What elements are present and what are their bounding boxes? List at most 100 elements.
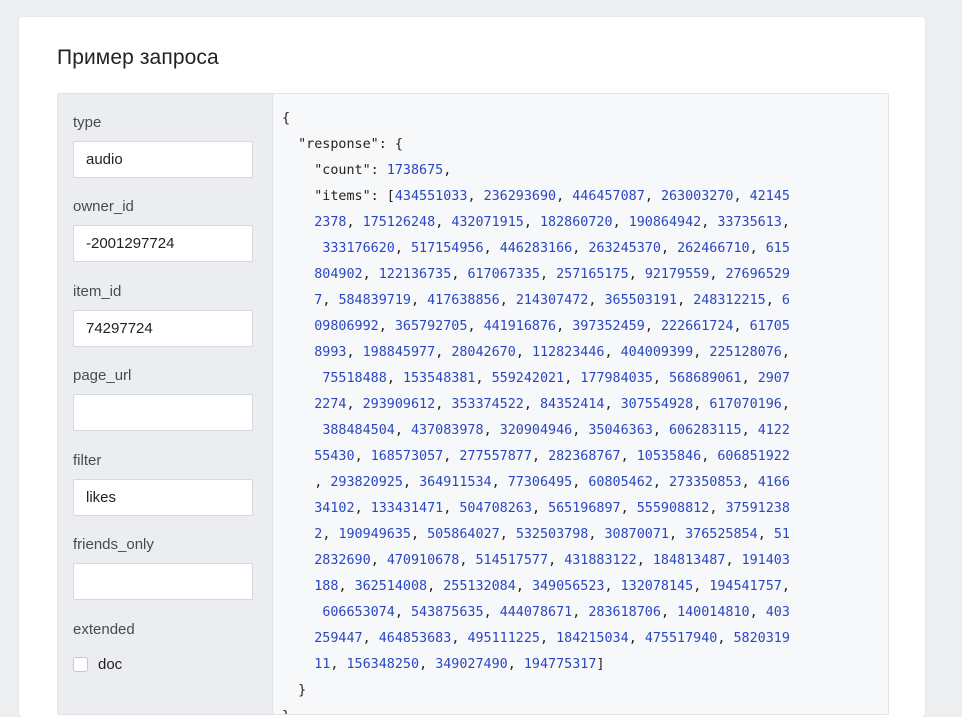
json-number-fragment: 7 [314,293,323,308]
json-number-fragment: 225128076 [709,345,782,360]
json-items-line: 2, 190949635, 505864027, 532503798, 3087… [314,527,790,542]
json-number-fragment: 30870071 [604,527,670,542]
param-label-friends-only: friends_only [73,536,154,553]
json-number-fragment: 475517940 [644,631,718,646]
json-number-fragment: 434551033 [394,189,468,204]
json-number-fragment: 565196897 [548,501,621,516]
json-number-fragment: 182860720 [540,215,613,230]
json-items-line: 259447, 464853683, 495111225, 184215034,… [314,631,790,646]
json-items-line: 2832690, 470910678, 514517577, 431883122… [314,553,790,568]
json-number-fragment: 10535846 [636,449,702,464]
json-number-fragment: 2 [314,527,323,542]
json-number-fragment: 277557877 [459,449,532,464]
extended-checkbox[interactable] [73,657,88,672]
json-number-fragment: 444078671 [499,605,573,620]
json-items-line: 7, 584839719, 417638856, 214307472, 3655… [314,293,790,308]
json-number-fragment: 441916876 [483,319,557,334]
param-input-friends-only[interactable] [73,563,253,600]
json-number-fragment: 5820319 [733,631,790,646]
json-number-fragment: 55430 [314,449,355,464]
json-number-fragment: 2907 [757,371,790,386]
param-label-filter: filter [73,452,102,469]
json-number-fragment: 194775317 [523,657,597,672]
param-label-type: type [73,114,102,131]
json-number-fragment: 09806992 [314,319,379,334]
json-number-fragment: 84352414 [540,397,605,412]
json-number-fragment: 77306495 [507,475,573,490]
extended-checkbox-row[interactable]: doc [73,656,122,673]
json-number-fragment: 27696529 [725,267,790,282]
json-close-outer-brace: } [282,709,290,714]
json-number-fragment: 11 [314,657,331,672]
json-number-fragment: 568689061 [669,371,742,386]
json-number-fragment: 353374522 [451,397,524,412]
json-number-fragment: 417638856 [427,293,500,308]
param-input-owner-id[interactable] [73,225,253,262]
json-number-fragment: 283618706 [588,605,661,620]
json-number-fragment: 446283166 [499,241,573,256]
param-input-filter[interactable] [73,479,253,516]
json-number-fragment: 6 [781,293,790,308]
json-number-fragment: 376525854 [685,527,758,542]
json-number-fragment: 470910678 [386,553,460,568]
json-number-fragment: 495111225 [467,631,540,646]
json-number-fragment: 403 [765,605,790,620]
json-items-line: 388484504, 437083978, 320904946, 3504636… [322,423,790,438]
json-number-fragment: 504708263 [459,501,532,516]
json-number-fragment: 133431471 [370,501,444,516]
json-number-fragment: 236293690 [483,189,557,204]
json-items-line: 55430, 168573057, 277557877, 282368767, … [314,449,790,464]
json-number-fragment: 364911534 [419,475,492,490]
json-number-fragment: 222661724 [660,319,734,334]
json-number-fragment: 804902 [314,267,363,282]
json-number-fragment: 388484504 [322,423,395,438]
json-number-fragment: 153548381 [402,371,476,386]
json-number-fragment: 362514008 [354,579,428,594]
json-number-fragment: 273350853 [669,475,742,490]
param-label-item-id: item_id [73,283,122,300]
json-open-brace: { [282,111,291,126]
json-number-fragment: 349027490 [435,657,508,672]
json-number-fragment: 606283115 [669,423,742,438]
json-number-fragment: 349056523 [531,579,605,594]
param-label-extended: extended [73,621,135,638]
response-code-block: { "response": { "count": 1738675, "items… [273,94,888,714]
params-form: type owner_id item_id page_url filter fr… [58,94,273,714]
json-number-fragment: 404009399 [620,345,694,360]
json-number-fragment: 257165175 [556,267,629,282]
json-items-line: 2274, 293909612, 353374522, 84352414, 30… [314,397,790,412]
json-number-fragment: 307554928 [620,397,694,412]
json-number-fragment: 75518488 [322,371,387,386]
json-number-fragment: 2274 [314,397,347,412]
json-number-fragment: 263003270 [660,189,734,204]
json-number-fragment: 122136735 [378,267,452,282]
json-number-fragment: 293820925 [330,475,403,490]
param-input-type[interactable] [73,141,253,178]
json-items-line: 606653074, 543875635, 444078671, 2836187… [322,605,790,620]
json-number-fragment: 51 [773,527,790,542]
json-items-line: 75518488, 153548381, 559242021, 17798403… [322,371,790,386]
json-close-inner-brace: } [282,683,307,698]
json-number-fragment: 255132084 [443,579,516,594]
json-number-fragment: 333176620 [322,241,395,256]
json-number-fragment: 584839719 [338,293,411,308]
json-number-fragment: 263245370 [588,241,661,256]
param-label-page-url: page_url [73,367,132,384]
param-input-item-id[interactable] [73,310,253,347]
json-number-fragment: 175126248 [362,215,436,230]
json-number-fragment: 214307472 [515,293,589,308]
json-number-fragment: 2832690 [314,553,371,568]
json-number-fragment: 617067335 [467,267,540,282]
page-title: Пример запроса [57,46,219,69]
json-number-fragment: 61705 [749,319,790,334]
json-number-fragment: 555908812 [636,501,710,516]
json-number-fragment: 4166 [757,475,790,490]
json-number-fragment: 2378 [314,215,347,230]
json-number-fragment: 190949635 [338,527,411,542]
json-number-fragment: 42145 [749,189,790,204]
json-number-fragment: 28042670 [451,345,516,360]
param-input-page-url[interactable] [73,394,253,431]
json-number-fragment: 184813487 [652,553,726,568]
json-number-fragment: 188 [314,579,339,594]
json-items-line: 34102, 133431471, 504708263, 565196897, … [314,501,790,516]
